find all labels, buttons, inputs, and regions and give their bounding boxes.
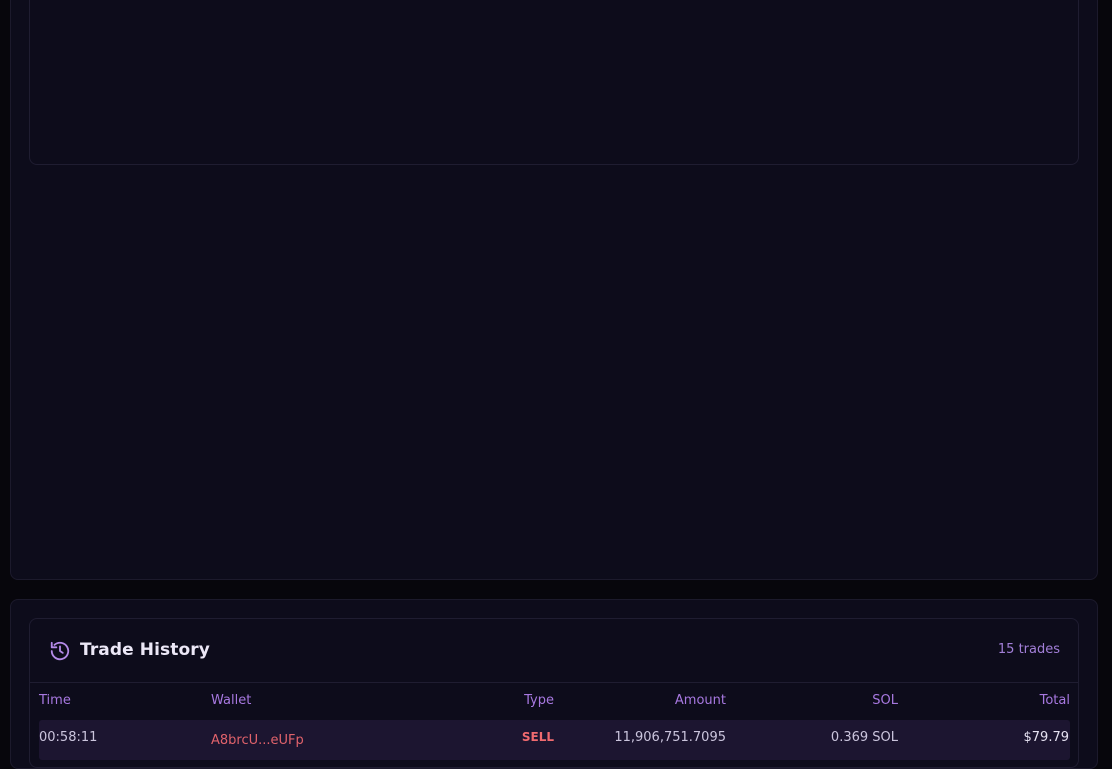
history-icon	[49, 640, 71, 662]
trade-wallet-link[interactable]: A8brcU...eUFp	[211, 733, 304, 748]
table-row[interactable]: 00:58:11 A8brcU...eUFp SELL 11,906,751.7…	[39, 720, 1070, 760]
trade-sol: 0.369 SOL	[830, 730, 898, 745]
column-header-sol[interactable]: SOL	[770, 693, 898, 708]
trade-history-header: Trade History 15 trades	[30, 619, 1078, 683]
trade-total: $79.79	[1023, 730, 1070, 745]
column-header-wallet[interactable]: Wallet	[211, 693, 251, 708]
trade-time: 00:58:11	[39, 730, 98, 745]
chart-inner-panel	[29, 0, 1079, 165]
column-header-time[interactable]: Time	[39, 693, 71, 708]
column-header-amount[interactable]: Amount	[590, 693, 726, 708]
trade-type-badge: SELL	[521, 730, 554, 744]
column-header-total[interactable]: Total	[930, 693, 1070, 708]
trade-history-card: Trade History 15 trades Time Wallet Type…	[29, 618, 1079, 768]
trade-amount: 11,906,751.7095	[614, 730, 726, 745]
trade-history-title: Trade History	[80, 640, 210, 660]
column-header-type[interactable]: Type	[490, 693, 554, 708]
trade-count: 15 trades	[997, 642, 1060, 657]
